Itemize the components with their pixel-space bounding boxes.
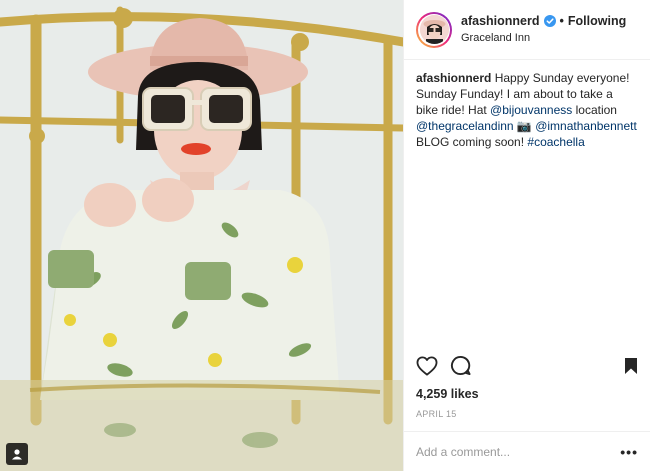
person-tag-icon bbox=[12, 449, 22, 460]
avatar[interactable] bbox=[416, 11, 452, 48]
post-side-panel: afashionnerd • Following Graceland Inn a… bbox=[403, 0, 650, 471]
mention-link[interactable]: @imnathanbennett bbox=[535, 119, 637, 133]
caption-username-link[interactable]: afashionnerd bbox=[416, 71, 491, 85]
heart-icon[interactable] bbox=[416, 355, 438, 381]
comment-input[interactable] bbox=[416, 444, 621, 459]
following-button[interactable]: Following bbox=[568, 14, 626, 29]
likes-count[interactable]: 4,259 likes bbox=[416, 387, 638, 401]
post-date: APRIL 15 bbox=[416, 409, 457, 419]
comment-bubble-icon[interactable] bbox=[450, 355, 471, 381]
more-options-icon[interactable]: ••• bbox=[620, 444, 638, 460]
tagged-users-button[interactable] bbox=[6, 443, 28, 465]
comment-bar: ••• bbox=[404, 431, 650, 471]
caption-text: BLOG coming soon! bbox=[416, 135, 528, 149]
separator-dot: • bbox=[559, 13, 564, 28]
caption-text: 📷 bbox=[513, 119, 536, 133]
hashtag-link[interactable]: #coachella bbox=[527, 135, 584, 149]
post-photo[interactable] bbox=[0, 0, 403, 471]
caption-text: location bbox=[572, 103, 617, 117]
username-link[interactable]: afashionnerd bbox=[461, 14, 540, 29]
avatar-image bbox=[419, 15, 449, 44]
instagram-post: afashionnerd • Following Graceland Inn a… bbox=[0, 0, 650, 471]
post-photo-illustration bbox=[0, 0, 403, 471]
location-link[interactable]: Graceland Inn bbox=[461, 32, 626, 45]
post-actions: 4,259 likes APRIL 15 bbox=[404, 355, 650, 419]
mention-link[interactable]: @thegracelandinn bbox=[416, 119, 514, 133]
verified-badge-icon bbox=[543, 15, 556, 28]
bookmark-icon[interactable] bbox=[624, 357, 638, 380]
post-caption: afashionnerd Happy Sunday everyone! Sund… bbox=[404, 60, 650, 150]
post-header: afashionnerd • Following Graceland Inn bbox=[404, 0, 650, 60]
mention-link[interactable]: @bijouvanness bbox=[490, 103, 572, 117]
